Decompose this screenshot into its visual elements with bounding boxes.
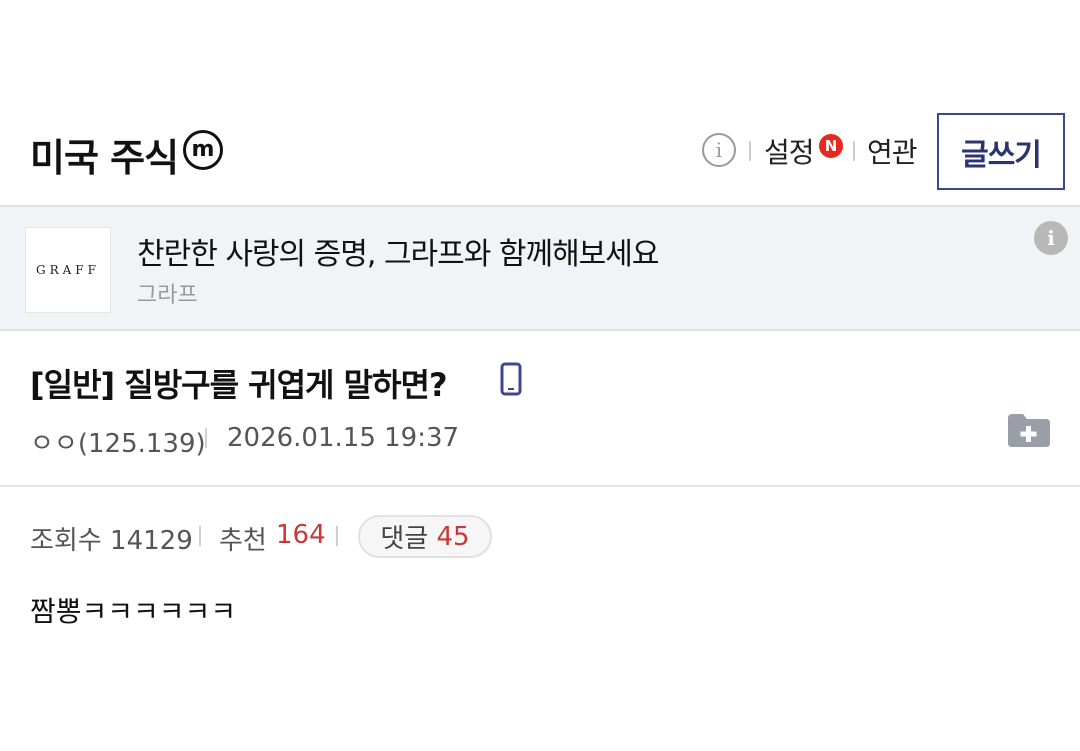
post-body: 짬뽕ㅋㅋㅋㅋㅋㅋ [30,595,237,628]
divider [749,141,751,161]
divider [853,141,855,161]
ad-headline[interactable]: 찬란한 사랑의 증명, 그라프와 함께해보세요 [137,229,659,273]
comment-count: 45 [436,521,470,552]
divider [205,428,207,448]
divider [336,526,338,546]
post-header-divider [0,485,1080,487]
ad-banner[interactable]: GRAFF 찬란한 사랑의 증명, 그라프와 함께해보세요 그라프 i [0,205,1080,331]
comment-label: 댓글 [380,524,429,554]
gallery-header: 미국 주식 m i 설정 N 연관 글쓰기 [0,95,1080,205]
view-count: 조회수 14129 [30,526,193,556]
comment-button[interactable]: 댓글 45 [358,515,492,558]
minor-gallery-icon: m [183,130,223,170]
gallery-title[interactable]: 미국 주식 [30,127,179,182]
ad-logo[interactable]: GRAFF [25,227,111,313]
post-date: 2026.01.15 19:37 [227,423,460,453]
post-title: [일반] 질방구를 귀엽게 말하면? [30,366,448,404]
divider [199,526,201,546]
folder-add-icon[interactable] [1006,412,1052,448]
settings-link[interactable]: 설정 [764,131,815,171]
post-author[interactable]: ㅇㅇ(125.139) [30,423,206,460]
recommend-label: 추천 [219,526,267,556]
write-button[interactable]: 글쓰기 [937,113,1065,190]
ad-advertiser: 그라프 [137,283,198,308]
related-link[interactable]: 연관 [867,131,918,171]
new-badge-icon: N [819,134,843,158]
recommend-count: 164 [276,520,326,550]
ad-info-icon[interactable]: i [1034,221,1068,255]
info-icon[interactable]: i [702,133,736,167]
mobile-icon [500,362,522,396]
